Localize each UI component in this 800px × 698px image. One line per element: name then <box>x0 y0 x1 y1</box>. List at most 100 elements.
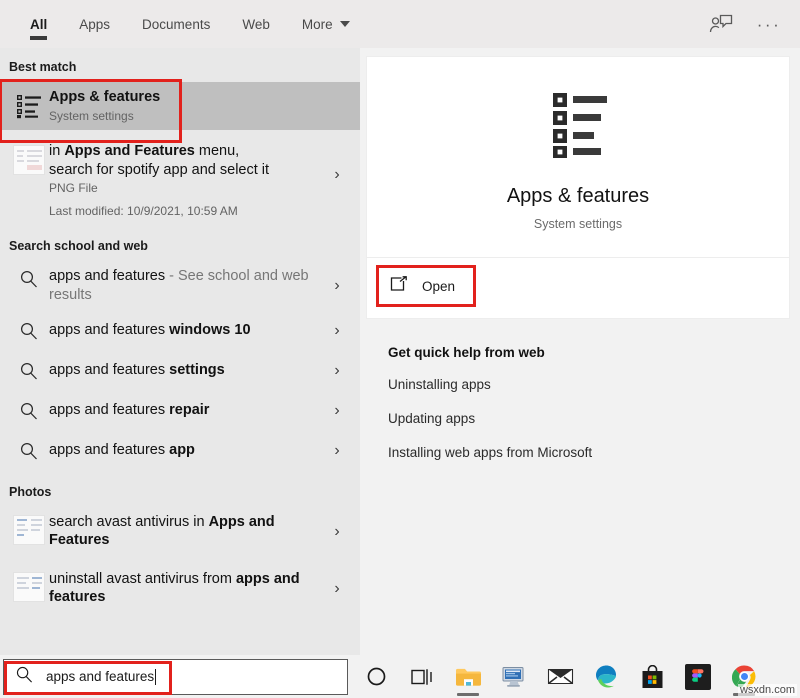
web-query-4: apps and features <box>49 442 169 458</box>
tab-more-label: More <box>302 17 333 32</box>
tab-all[interactable]: All <box>14 0 63 48</box>
tab-documents-label: Documents <box>142 17 210 32</box>
result-file-type: PNG File <box>49 181 324 197</box>
open-external-icon <box>389 276 408 296</box>
chevron-right-icon[interactable]: › <box>324 402 350 420</box>
result-web-text-0: apps and features - See school and web r… <box>49 267 324 304</box>
result-file-line2: search for spotify app and select it <box>49 161 324 180</box>
photo-thumbnail-icon <box>9 513 49 545</box>
file-line1-post: menu, <box>195 143 239 159</box>
preview-card: Apps & features System settings <box>366 56 790 319</box>
tab-documents[interactable]: Documents <box>126 0 226 48</box>
chevron-right-icon[interactable]: › <box>324 267 350 295</box>
preview-actions: Open <box>367 257 789 318</box>
text-cursor <box>155 669 156 685</box>
png-thumbnail <box>13 145 45 175</box>
web-query-0: apps and features <box>49 268 165 284</box>
more-options-button[interactable]: ··· <box>748 3 790 45</box>
tab-apps[interactable]: Apps <box>63 0 126 48</box>
quick-help-link-0[interactable]: Uninstalling apps <box>388 377 786 392</box>
more-options-label: ··· <box>757 16 781 33</box>
chevron-right-icon[interactable]: › <box>324 513 350 541</box>
search-icon <box>9 321 49 341</box>
result-photo-0[interactable]: search avast antivirus in Apps and Featu… <box>0 507 360 556</box>
preview-pane: Apps & features System settings <box>360 48 800 655</box>
person-feedback-icon[interactable] <box>700 3 742 45</box>
search-flyout: All Apps Documents Web More <box>0 0 800 655</box>
group-heading-best-match: Best match <box>0 48 360 82</box>
taskbar-item-remote-desktop[interactable] <box>491 655 537 698</box>
result-file-line1: in Apps and Features menu, <box>49 142 324 161</box>
photo-pre-1: uninstall avast antivirus from <box>49 571 236 587</box>
taskbar-item-task-view[interactable] <box>399 655 445 698</box>
result-subtitle: System settings <box>49 109 350 125</box>
result-photo-text-1: uninstall avast antivirus from apps and … <box>49 570 324 607</box>
list-settings-icon <box>9 93 49 119</box>
taskbar: apps and features <box>0 655 800 698</box>
result-web-text-1: apps and features windows 10 <box>49 321 324 340</box>
quick-help-link-2[interactable]: Installing web apps from Microsoft <box>388 445 786 460</box>
taskbar-search-input[interactable]: apps and features <box>3 659 348 695</box>
taskbar-item-microsoft-store[interactable] <box>629 655 675 698</box>
search-filter-tabbar: All Apps Documents Web More <box>0 0 800 48</box>
web-suffix-2: settings <box>169 362 225 378</box>
chevron-right-icon[interactable]: › <box>324 362 350 380</box>
file-thumbnail-icon <box>9 142 49 175</box>
result-web-text-2: apps and features settings <box>49 361 324 380</box>
search-icon <box>9 267 49 289</box>
result-png-file[interactable]: in Apps and Features menu, search for sp… <box>0 130 360 225</box>
open-button[interactable]: Open <box>379 268 473 304</box>
taskbar-item-cortana[interactable] <box>353 655 399 698</box>
quick-help-link-1[interactable]: Updating apps <box>388 411 786 426</box>
chevron-right-icon[interactable]: › <box>324 442 350 460</box>
result-web-text-3: apps and features repair <box>49 401 324 420</box>
preview-hero: Apps & features System settings <box>367 57 789 257</box>
tab-web[interactable]: Web <box>226 0 286 48</box>
web-suffix-3: repair <box>169 402 209 418</box>
tab-apps-label: Apps <box>79 17 110 32</box>
taskbar-item-microsoft-edge[interactable] <box>583 655 629 698</box>
taskbar-item-file-explorer[interactable] <box>445 655 491 698</box>
search-icon <box>9 361 49 381</box>
open-button-label: Open <box>422 279 455 294</box>
taskbar-item-mail[interactable] <box>537 655 583 698</box>
result-web-text-4: apps and features app <box>49 441 324 460</box>
preview-title: Apps & features <box>377 185 779 208</box>
result-photo-1[interactable]: uninstall avast antivirus from apps and … <box>0 556 360 613</box>
chevron-down-icon <box>340 21 350 27</box>
web-suffix-1: windows 10 <box>169 322 250 338</box>
file-line1-pre: in <box>49 143 64 159</box>
chevron-right-icon[interactable]: › <box>324 322 350 340</box>
photo-thumbnail <box>13 572 45 602</box>
tab-all-label: All <box>30 17 47 32</box>
list-settings-icon <box>377 91 779 159</box>
group-heading-search-web: Search school and web <box>0 225 360 261</box>
tab-web-label: Web <box>242 17 270 32</box>
chevron-right-icon[interactable]: › <box>324 142 350 184</box>
file-line1-bold: Apps and Features <box>64 143 195 159</box>
web-suffix-4: app <box>169 442 195 458</box>
web-query-1: apps and features <box>49 322 169 338</box>
search-icon <box>9 441 49 461</box>
result-web-2[interactable]: apps and features settings › <box>0 351 360 391</box>
results-list: Best match <box>0 48 360 655</box>
search-icon <box>9 401 49 421</box>
taskbar-item-figma[interactable] <box>675 655 721 698</box>
chevron-right-icon[interactable]: › <box>324 570 350 598</box>
taskbar-items <box>353 655 767 698</box>
photo-thumbnail <box>13 515 45 545</box>
search-icon <box>15 665 34 689</box>
search-input-value: apps and features <box>46 669 154 684</box>
windows-search-screen: All Apps Documents Web More <box>0 0 800 698</box>
photo-thumbnail-icon <box>9 570 49 602</box>
result-web-1[interactable]: apps and features windows 10 › <box>0 311 360 351</box>
result-best-match-apps-and-features[interactable]: Apps & features System settings <box>0 82 360 130</box>
result-web-3[interactable]: apps and features repair › <box>0 391 360 431</box>
result-web-0[interactable]: apps and features - See school and web r… <box>0 261 360 310</box>
result-title: Apps & features <box>49 88 350 107</box>
tab-more[interactable]: More <box>286 0 366 48</box>
result-web-4[interactable]: apps and features app › <box>0 431 360 471</box>
quick-help-title: Get quick help from web <box>388 345 786 360</box>
group-heading-photos: Photos <box>0 471 360 507</box>
tabbar-actions: ··· <box>700 3 800 45</box>
